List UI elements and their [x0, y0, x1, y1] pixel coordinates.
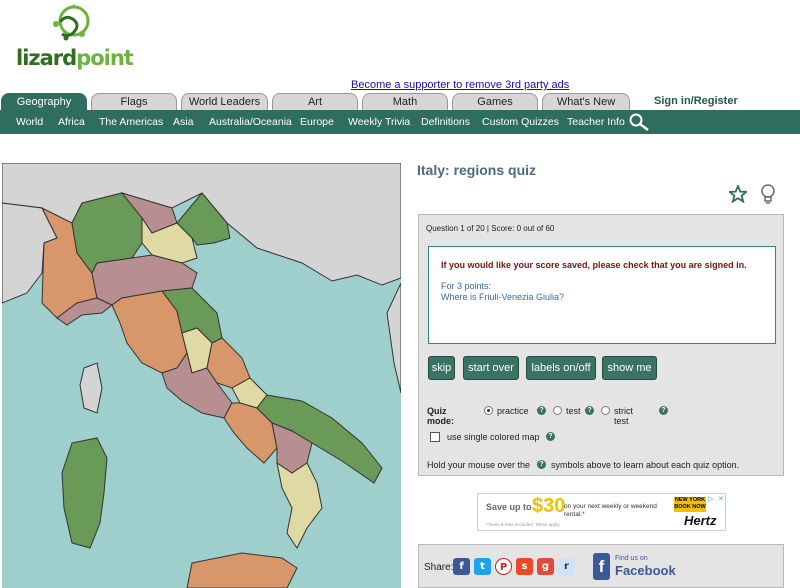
subnav-bar: World Africa The Americas Asia Australia… — [0, 110, 800, 134]
test-radio[interactable] — [553, 406, 562, 415]
start-over-button[interactable]: start over — [463, 356, 519, 380]
single-colored-map-checkbox[interactable] — [430, 432, 440, 442]
quiz-mode-label: Quiz mode: — [427, 406, 454, 426]
quiz-title: Italy: regions quiz — [417, 162, 537, 178]
become-supporter-link[interactable]: Become a supporter to remove 3rd party a… — [351, 79, 569, 91]
ad-save-text: Save up to — [486, 502, 532, 512]
lizard-logo-icon — [53, 4, 90, 41]
page: lizardpoint Become a supporter to remove… — [0, 0, 800, 588]
labels-toggle-button[interactable]: labels on/off — [526, 356, 596, 380]
hover-hint-text-2: symbols above to learn about each quiz o… — [551, 460, 740, 470]
question-box: If you would like your score saved, plea… — [428, 246, 776, 344]
search-icon[interactable] — [628, 113, 650, 131]
share-label: Share: — [424, 562, 454, 573]
nav-australia-oceania[interactable]: Australia/Oceania — [209, 116, 292, 128]
nav-custom-quizzes[interactable]: Custom Quizzes — [482, 116, 559, 128]
single-colored-map-label: use single colored map — [447, 432, 540, 442]
ad-amount: $30 — [532, 495, 566, 517]
tab-games[interactable]: Games — [452, 93, 538, 110]
single-map-help-icon[interactable]: ? — [546, 432, 555, 441]
quiz-panel: Question 1 of 20 | Score: 0 out of 60 If… — [418, 214, 784, 476]
share-bar: Share: f t P s g r f Find us on Facebook — [418, 544, 784, 588]
test-label: test — [566, 406, 581, 416]
close-ad-icon[interactable]: ✕ — [718, 496, 726, 504]
practice-label: practice — [497, 406, 529, 416]
show-me-button[interactable]: show me — [602, 356, 657, 380]
ad-brand: Hertz — [684, 513, 717, 528]
facebook-label: Facebook — [615, 563, 676, 578]
quiz-status: Question 1 of 20 | Score: 0 out of 60 — [426, 224, 555, 233]
lizardpoint-logo[interactable]: lizardpoint — [14, 4, 134, 72]
strict-test-label: strict test — [614, 406, 633, 426]
find-us-on-label: Find us on — [615, 555, 648, 562]
find-us-on-facebook[interactable]: f Find us on Facebook — [593, 551, 689, 581]
nav-europe[interactable]: Europe — [300, 116, 334, 128]
practice-radio[interactable] — [484, 406, 493, 415]
nav-teacher-info[interactable]: Teacher Info — [567, 116, 625, 128]
tab-world-leaders[interactable]: World Leaders — [181, 93, 268, 110]
tab-math[interactable]: Math — [362, 93, 448, 110]
sign-in-notice: If you would like your score saved, plea… — [441, 260, 747, 270]
ad-fineprint: *Taxes & fees excluded. Terms apply. — [486, 522, 561, 527]
tab-art[interactable]: Art — [272, 93, 358, 110]
points-label: For 3 points: — [441, 281, 492, 291]
italy-map[interactable] — [2, 163, 401, 588]
hover-hint-text-1: Hold your mouse over the — [427, 460, 531, 470]
ad-book-now: NEW YORK BOOK NOW — [674, 497, 706, 512]
lightbulb-icon[interactable] — [760, 184, 776, 204]
logo-wordmark: lizardpoint — [16, 46, 134, 70]
strict-test-radio[interactable] — [601, 406, 610, 415]
nav-africa[interactable]: Africa — [58, 116, 85, 128]
strict-test-help-icon[interactable]: ? — [659, 406, 668, 415]
test-help-icon[interactable]: ? — [585, 406, 594, 415]
tab-geography[interactable]: Geography — [1, 93, 87, 110]
skip-button[interactable]: skip — [428, 356, 455, 380]
pinterest-share-icon[interactable]: P — [495, 558, 512, 575]
star-icon[interactable] — [729, 185, 747, 203]
nav-the-americas[interactable]: The Americas — [99, 116, 163, 128]
tab-flags[interactable]: Flags — [91, 93, 177, 110]
adchoices-icon[interactable]: ▷ — [708, 496, 716, 504]
stumbleupon-share-icon[interactable]: s — [516, 558, 533, 575]
question-text: Where is Friuli-Venezia Giulia? — [441, 292, 565, 302]
ad-subtext: on your next weekly or weekend rental.* — [564, 503, 657, 518]
nav-asia[interactable]: Asia — [173, 116, 193, 128]
nav-world[interactable]: World — [16, 116, 43, 128]
twitter-share-icon[interactable]: t — [474, 558, 491, 575]
sign-in-register-link[interactable]: Sign in/Register — [654, 95, 738, 107]
practice-help-icon[interactable]: ? — [537, 406, 546, 415]
hertz-ad[interactable]: Save up to $30 on your next weekly or we… — [477, 493, 726, 531]
nav-weekly-trivia[interactable]: Weekly Trivia — [348, 116, 410, 128]
help-icon-sample: ? — [537, 460, 546, 469]
facebook-share-icon[interactable]: f — [453, 558, 470, 575]
googleplus-share-icon[interactable]: g — [537, 558, 554, 575]
reddit-share-icon[interactable]: r — [558, 558, 575, 575]
tab-whats-new[interactable]: What's New — [542, 93, 630, 110]
nav-definitions[interactable]: Definitions — [421, 116, 470, 128]
facebook-icon: f — [593, 553, 610, 580]
